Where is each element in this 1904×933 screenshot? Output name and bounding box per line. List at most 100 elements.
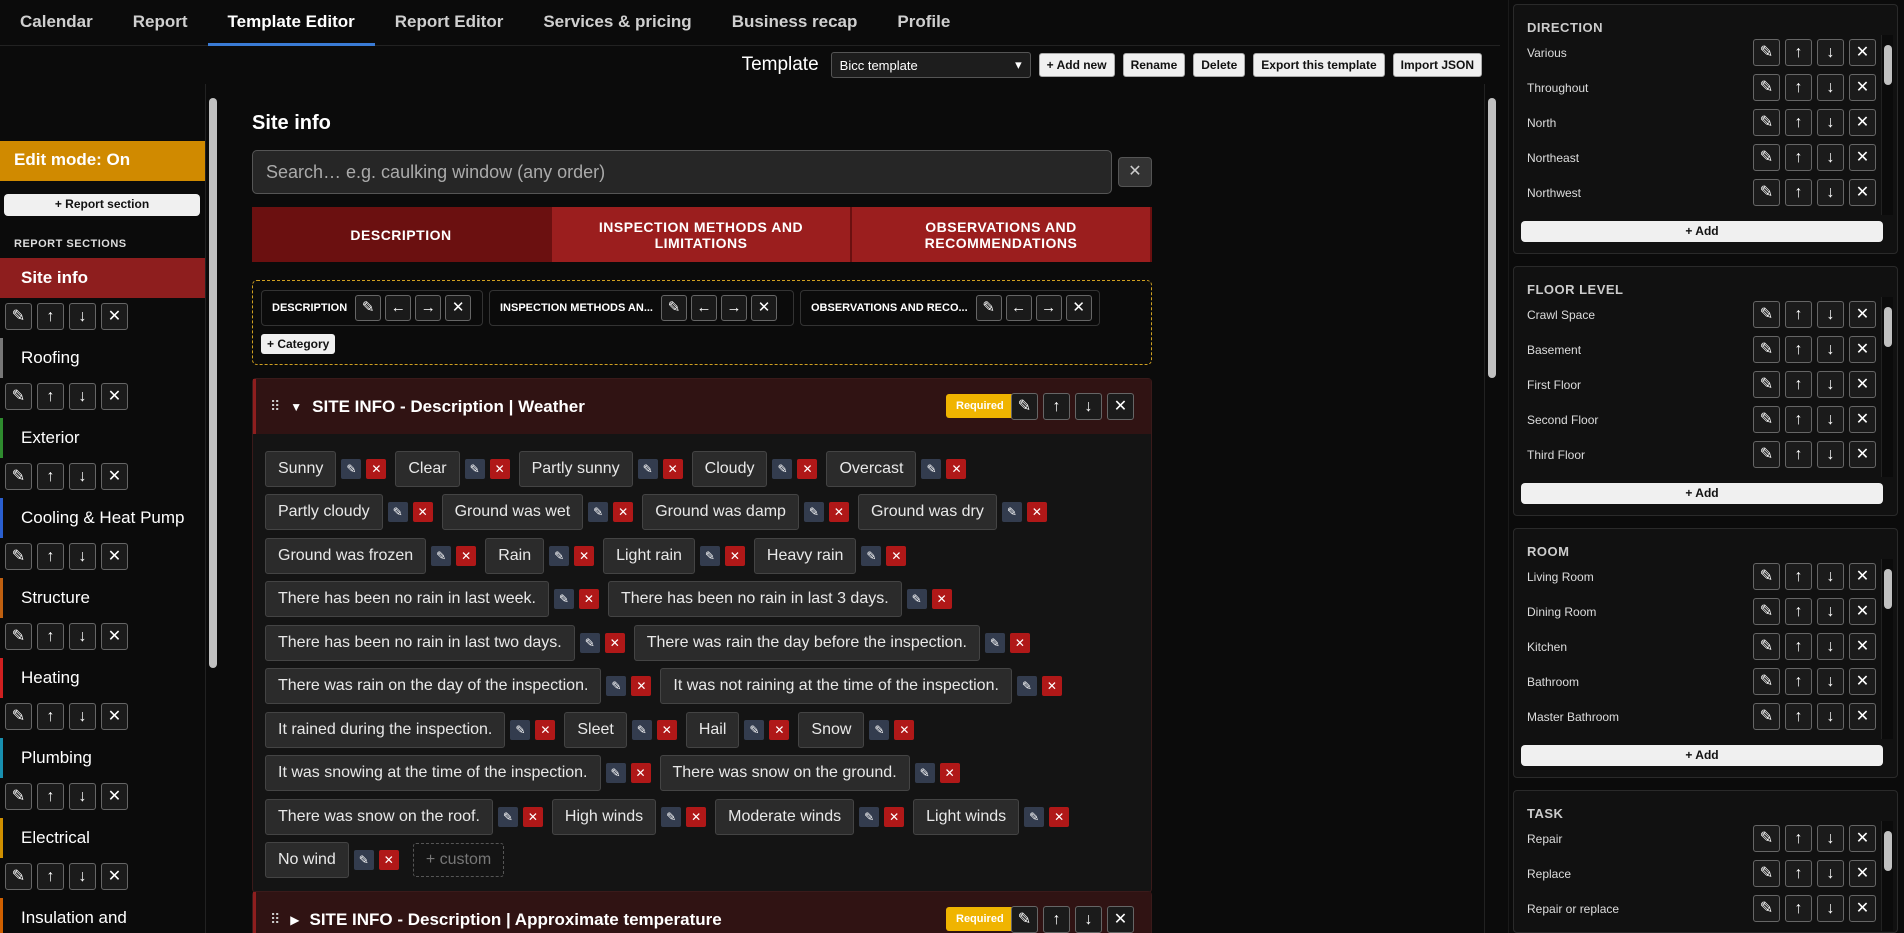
arrow-left-icon[interactable]: ← xyxy=(691,295,717,321)
pencil-icon[interactable]: ✎ xyxy=(921,458,942,479)
close-icon[interactable]: ✕ xyxy=(931,589,952,610)
close-icon[interactable]: ✕ xyxy=(574,545,595,566)
phrase-chip[interactable]: Sunny xyxy=(265,450,337,487)
arrow-down-icon[interactable]: ↓ xyxy=(69,783,96,810)
arrow-right-icon[interactable]: → xyxy=(1035,295,1062,321)
arrow-up-icon[interactable]: ↑ xyxy=(1785,598,1812,625)
close-icon[interactable]: ✕ xyxy=(1849,39,1876,66)
close-icon[interactable]: ✕ xyxy=(1849,703,1876,730)
arrow-right-icon[interactable]: → xyxy=(721,295,747,321)
arrow-up-icon[interactable]: ↑ xyxy=(1785,144,1812,171)
arrow-down-icon[interactable]: ↓ xyxy=(69,303,96,330)
arrow-up-icon[interactable]: ↑ xyxy=(37,543,64,570)
drag-handle-icon[interactable]: ⠿ xyxy=(270,398,280,415)
phrase-chip[interactable]: Ground was dry xyxy=(857,494,997,531)
tab-profile[interactable]: Profile xyxy=(877,0,970,46)
arrow-up-icon[interactable]: ↑ xyxy=(1785,563,1812,590)
close-icon[interactable]: ✕ xyxy=(724,545,745,566)
tab-business-recap[interactable]: Business recap xyxy=(712,0,878,46)
close-icon[interactable]: ✕ xyxy=(1026,502,1047,523)
close-icon[interactable]: ✕ xyxy=(101,383,128,410)
option-scrollbar[interactable] xyxy=(1881,297,1893,477)
sidebar-item-1[interactable]: Roofing xyxy=(0,338,205,378)
pencil-icon[interactable]: ✎ xyxy=(355,295,382,321)
tab-inspection-methods[interactable]: INSPECTION METHODS AND LIMITATIONS xyxy=(552,207,852,262)
pencil-icon[interactable]: ✎ xyxy=(1753,301,1780,328)
tab-report[interactable]: Report xyxy=(113,0,208,46)
import-json-button[interactable]: Import JSON xyxy=(1392,53,1482,77)
phrase-chip[interactable]: Light rain xyxy=(603,537,695,574)
close-icon[interactable]: ✕ xyxy=(412,502,433,523)
arrow-down-icon[interactable]: ↓ xyxy=(1817,74,1844,101)
arrow-up-icon[interactable]: ↑ xyxy=(1785,668,1812,695)
arrow-up-icon[interactable]: ↑ xyxy=(1785,406,1812,433)
pencil-icon[interactable]: ✎ xyxy=(1753,406,1780,433)
arrow-up-icon[interactable]: ↑ xyxy=(1043,906,1070,933)
arrow-down-icon[interactable]: ↓ xyxy=(69,863,96,890)
pencil-icon[interactable]: ✎ xyxy=(1753,179,1780,206)
pencil-icon[interactable]: ✎ xyxy=(1753,144,1780,171)
close-icon[interactable]: ✕ xyxy=(101,863,128,890)
arrow-up-icon[interactable]: ↑ xyxy=(1785,179,1812,206)
close-icon[interactable]: ✕ xyxy=(613,502,634,523)
close-icon[interactable]: ✕ xyxy=(456,545,477,566)
close-icon[interactable]: ✕ xyxy=(631,676,652,697)
arrow-up-icon[interactable]: ↑ xyxy=(1785,109,1812,136)
pencil-icon[interactable]: ✎ xyxy=(5,703,32,730)
arrow-down-icon[interactable]: ↓ xyxy=(1817,371,1844,398)
search-input[interactable]: Search… e.g. caulking window (any order) xyxy=(252,150,1112,194)
phrase-chip[interactable]: It was not raining at the time of the in… xyxy=(660,668,1012,705)
close-icon[interactable]: ✕ xyxy=(101,463,128,490)
pencil-icon[interactable]: ✎ xyxy=(1753,703,1780,730)
pencil-icon[interactable]: ✎ xyxy=(5,383,32,410)
option-scrollbar[interactable] xyxy=(1881,559,1893,739)
arrow-up-icon[interactable]: ↑ xyxy=(37,383,64,410)
pencil-icon[interactable]: ✎ xyxy=(661,806,682,827)
close-icon[interactable]: ✕ xyxy=(656,719,677,740)
close-icon[interactable]: ✕ xyxy=(1849,336,1876,363)
arrow-down-icon[interactable]: ↓ xyxy=(1817,703,1844,730)
close-icon[interactable]: ✕ xyxy=(578,589,599,610)
sidebar-scrollbar-thumb[interactable] xyxy=(209,98,217,668)
arrow-down-icon[interactable]: ↓ xyxy=(1817,301,1844,328)
pencil-icon[interactable]: ✎ xyxy=(859,806,880,827)
pencil-icon[interactable]: ✎ xyxy=(553,589,574,610)
close-icon[interactable]: ✕ xyxy=(1041,676,1062,697)
phrase-chip[interactable]: Hail xyxy=(685,711,740,748)
pencil-icon[interactable]: ✎ xyxy=(341,458,362,479)
pencil-icon[interactable]: ✎ xyxy=(5,543,32,570)
close-icon[interactable]: ✕ xyxy=(445,295,472,321)
arrow-up-icon[interactable]: ↑ xyxy=(37,463,64,490)
tab-services-pricing[interactable]: Services & pricing xyxy=(523,0,711,46)
pencil-icon[interactable]: ✎ xyxy=(549,545,570,566)
arrow-down-icon[interactable]: ↓ xyxy=(1817,406,1844,433)
pencil-icon[interactable]: ✎ xyxy=(1011,906,1038,933)
pencil-icon[interactable]: ✎ xyxy=(975,295,1002,321)
required-badge[interactable]: Required xyxy=(946,394,1014,418)
pencil-icon[interactable]: ✎ xyxy=(869,719,890,740)
phrase-chip[interactable]: There was rain the day before the inspec… xyxy=(633,624,980,661)
close-icon[interactable]: ✕ xyxy=(1849,144,1876,171)
phrase-chip[interactable]: There has been no rain in last two days. xyxy=(265,624,575,661)
close-icon[interactable]: ✕ xyxy=(1849,633,1876,660)
phrase-chip[interactable]: Heavy rain xyxy=(753,537,857,574)
pencil-icon[interactable]: ✎ xyxy=(588,502,609,523)
pencil-icon[interactable]: ✎ xyxy=(1024,806,1045,827)
add-option-button[interactable]: + Add xyxy=(1521,483,1883,504)
close-icon[interactable]: ✕ xyxy=(662,458,683,479)
pencil-icon[interactable]: ✎ xyxy=(1753,39,1780,66)
close-icon[interactable]: ✕ xyxy=(489,458,510,479)
arrow-down-icon[interactable]: ↓ xyxy=(69,463,96,490)
delete-button[interactable]: Delete xyxy=(1193,53,1246,77)
phrase-chip[interactable]: There was snow on the ground. xyxy=(659,755,910,792)
close-icon[interactable]: ✕ xyxy=(522,806,543,827)
expand-arrow-icon[interactable]: ▶ xyxy=(290,913,299,927)
close-icon[interactable]: ✕ xyxy=(101,543,128,570)
close-icon[interactable]: ✕ xyxy=(769,719,790,740)
phrase-chip[interactable]: Sleet xyxy=(564,711,627,748)
arrow-down-icon[interactable]: ↓ xyxy=(1817,598,1844,625)
tab-template-editor[interactable]: Template Editor xyxy=(207,0,375,46)
edit-mode-toggle[interactable]: Edit mode: On xyxy=(0,141,205,181)
pencil-icon[interactable]: ✎ xyxy=(387,502,408,523)
pencil-icon[interactable]: ✎ xyxy=(1753,371,1780,398)
